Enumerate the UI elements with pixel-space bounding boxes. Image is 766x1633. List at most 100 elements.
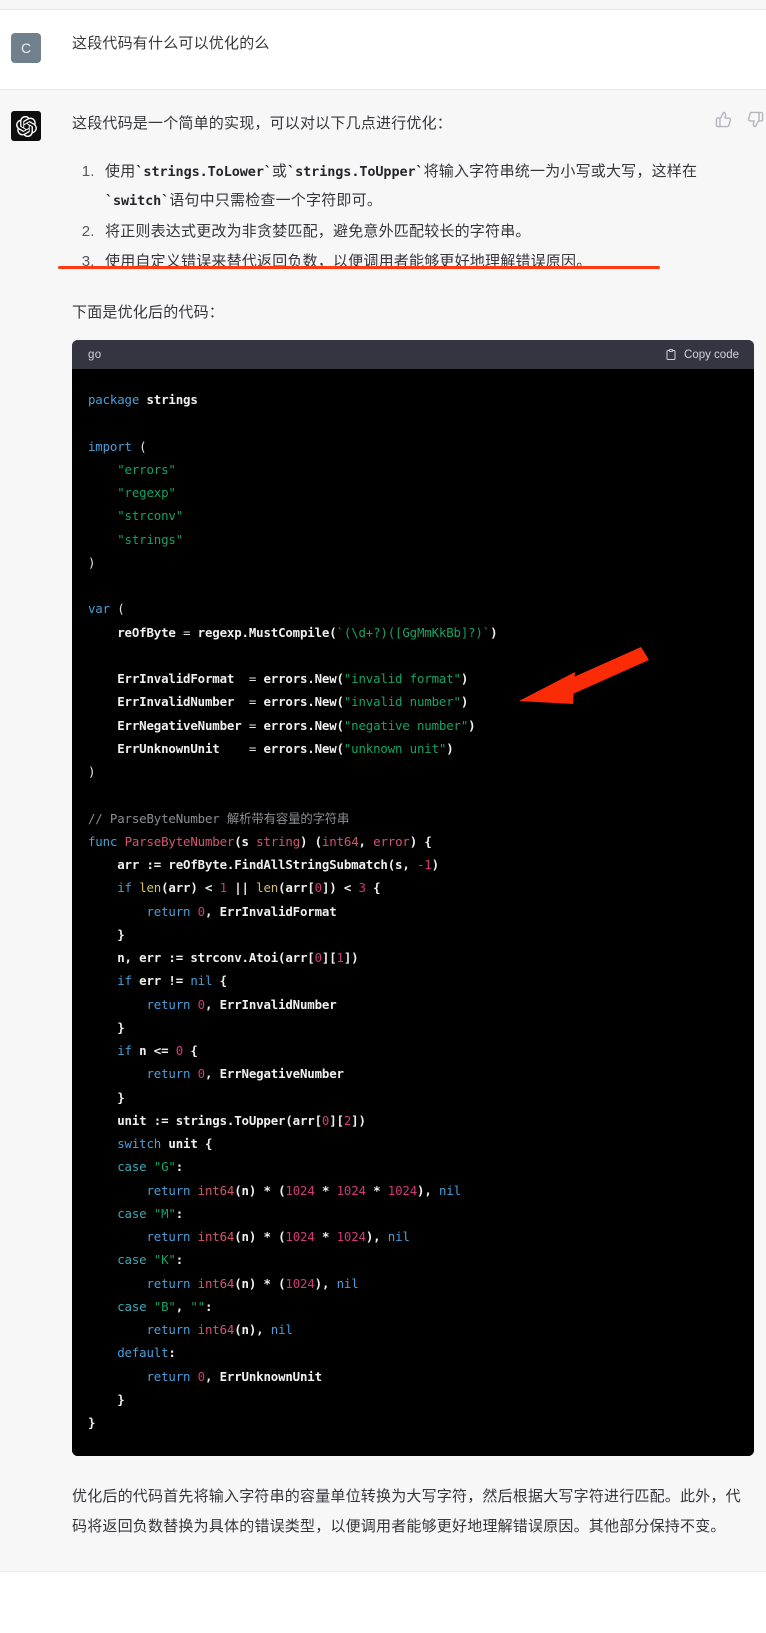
code-token: "B" [153,1298,176,1314]
code-token: return [146,903,191,919]
code-token: ) [88,554,96,570]
code-token: err != [131,973,191,989]
code-token: = [248,671,264,686]
code-token: len [139,880,162,896]
code-token: (s [234,833,257,849]
code-token: * [314,1182,337,1198]
code-token: ) [88,764,96,779]
below-list-text: 下面是优化后的代码： [72,304,225,321]
code-token: ), [365,1229,388,1244]
copy-code-button[interactable]: Copy code [665,348,739,361]
code-token: "negative number" [343,717,469,733]
code-token: (n), [234,1322,271,1337]
code-token: ( [109,601,125,617]
code-language-label: go [88,348,102,361]
code-token: errors.New( [263,671,344,686]
red-underline-annotation [58,266,660,269]
code-token: 1024 [285,1275,315,1291]
code-token: case [117,1252,147,1268]
code-token: regexp.MustCompile( [197,624,337,640]
code-token: switch [117,1136,162,1151]
code-token: if [117,880,132,896]
code-token: errors.New( [263,717,344,733]
code-token: case [117,1298,147,1314]
code-token: ErrUnknownUnit [88,740,249,756]
code-token: int64 [197,1182,235,1198]
code-token: nil [336,1275,359,1291]
assistant-message-body: 这段代码是一个简单的实现，可以对以下几点进行优化： 使用`strings.ToL… [72,110,754,1541]
code-token: 3 [358,880,366,896]
code-token: 1024 [285,1182,315,1198]
code-token: ) ( [300,833,322,849]
code-token: -1 [416,857,432,872]
user-message-turn: C 这段代码有什么可以优化的么 [0,10,766,90]
code-token: } [88,926,125,942]
code-token: func [88,833,118,849]
code-token: ), [417,1182,439,1198]
code-token: error [373,833,410,849]
code-token: : [175,1159,184,1175]
code-token: "K" [153,1252,176,1268]
code-token: : [168,1345,176,1361]
code-token: 1 [219,880,227,896]
code-token: : [205,1298,213,1314]
code-token: return [146,1229,191,1244]
code-token: default [117,1345,169,1361]
thumbs-down-icon[interactable] [747,111,764,128]
code-token: n, err := strconv.Atoi(arr[ [88,950,315,965]
code-token: "M" [153,1205,176,1221]
code-token: * [314,1229,337,1244]
code-token: "invalid number" [343,694,461,710]
code-token: ) [446,740,454,756]
code-token: ]) [343,950,359,965]
assistant-message-turn: 这段代码是一个简单的实现，可以对以下几点进行优化： 使用`strings.ToL… [0,90,766,1572]
code-token: 0 [197,1066,205,1082]
code-token: if [117,1043,132,1058]
code-token: , [358,833,374,849]
code-token: = [248,717,264,733]
code-token: ErrInvalidNumber [88,694,249,710]
code-token: = [248,694,264,710]
code-token: n <= [131,1043,176,1058]
code-token: : [175,1205,184,1221]
code-token: , ErrNegativeNumber [204,1066,344,1082]
code-token: 0 [314,880,322,896]
code-token: // ParseByteNumber 解析带有容量的字符串 [88,810,350,826]
code-token: int64 [321,833,359,849]
thumbs-up-icon[interactable] [715,111,732,128]
code-token: unit { [161,1136,213,1151]
code-token: case [117,1205,147,1221]
code-token: errors.New( [263,740,344,756]
code-token: "" [190,1298,205,1314]
assistant-row: 这段代码是一个简单的实现，可以对以下几点进行优化： 使用`strings.ToL… [0,110,766,1541]
code-token: * [365,1182,388,1198]
code-token: ) [460,694,469,710]
code-token: "unknown unit" [343,740,447,756]
code-token: errors.New( [263,694,344,710]
code-token: nil [270,1322,293,1337]
code-block: go Copy code package strings import ( "e… [72,340,754,1457]
code-token: return [146,1182,191,1198]
code-token: nil [190,973,213,989]
code-token: = [183,624,198,640]
inline-code: `switch` [105,193,170,210]
code-token: unit := strings.ToUpper(arr[ [88,1112,322,1128]
code-token: return [146,1275,191,1291]
code-token: string [256,833,301,849]
